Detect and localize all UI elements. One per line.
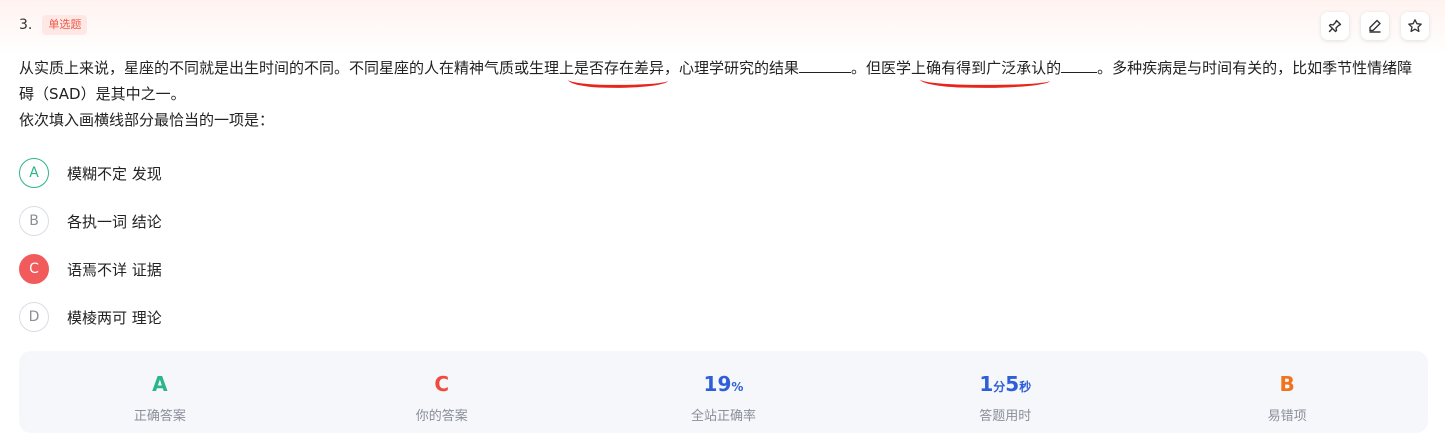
stat-common-wrong: B 易错项 <box>1146 351 1428 433</box>
answer-stats-panel: A 正确答案 C 你的答案 19% 全站正确率 1分5秒 答题用时 B 易错项 <box>19 351 1428 433</box>
time-seconds-unit: 秒 <box>1019 380 1032 394</box>
stem-text: 。但医学上 <box>851 59 927 77</box>
star-icon <box>1408 19 1422 33</box>
accuracy-unit: % <box>731 380 744 394</box>
common-wrong-value: B <box>1279 372 1295 396</box>
correct-answer-label: 正确答案 <box>133 409 186 424</box>
option-letter: B <box>19 206 49 236</box>
option-text: 模糊不定 发现 <box>67 164 162 183</box>
stem-text: 的 <box>1046 59 1062 77</box>
fill-blank-1 <box>799 54 852 73</box>
accuracy-number: 19 <box>703 372 732 396</box>
common-wrong-label: 易错项 <box>1267 409 1307 424</box>
option-letter: A <box>19 158 49 188</box>
time-seconds: 5 <box>1005 372 1020 396</box>
stat-time: 1分5秒 答题用时 <box>864 351 1146 433</box>
time-minutes-unit: 分 <box>993 380 1006 394</box>
option-c[interactable]: C 语焉不详 证据 <box>19 253 162 285</box>
favorite-button[interactable] <box>1401 12 1429 40</box>
correct-answer-value: A <box>152 372 168 396</box>
option-letter: D <box>19 302 49 332</box>
question-stem: 从实质上来说，星座的不同就是出生时间的不同。不同星座的人在精神气质或生理上是否存… <box>19 54 1424 133</box>
stat-accuracy: 19% 全站正确率 <box>583 351 865 433</box>
pin-button[interactable] <box>1321 12 1349 40</box>
option-a[interactable]: A 模糊不定 发现 <box>19 157 162 189</box>
question-header: 3. 单选题 <box>19 12 88 38</box>
stat-your-answer: C 你的答案 <box>301 351 583 433</box>
option-d[interactable]: D 模棱两可 理论 <box>19 301 162 333</box>
annotated-phrase: 是否存在差异 <box>574 55 664 81</box>
accuracy-label: 全站正确率 <box>690 409 756 424</box>
question-type-badge: 单选题 <box>42 15 88 35</box>
pin-icon <box>1328 19 1342 33</box>
stem-text: ，心理学研究的结果 <box>664 59 800 77</box>
edit-icon <box>1369 19 1381 33</box>
stem-paragraph: 从实质上来说，星座的不同就是出生时间的不同。不同星座的人在精神气质或生理上是否存… <box>19 54 1424 107</box>
stem-text: 从实质上来说，星座的不同就是出生时间的不同。不同星座的人在精神气质或生理上 <box>19 59 575 77</box>
option-text: 模棱两可 理论 <box>67 308 162 327</box>
accuracy-value: 19% <box>704 372 744 396</box>
option-b[interactable]: B 各执一词 结论 <box>19 205 162 237</box>
stat-correct-answer: A 正确答案 <box>19 351 301 433</box>
question-toolbar <box>1321 12 1429 40</box>
your-answer-label: 你的答案 <box>415 409 468 424</box>
your-answer-value: C <box>434 372 450 396</box>
options-list: A 模糊不定 发现 B 各执一词 结论 C 语焉不详 证据 D 模棱两可 理论 <box>19 157 162 349</box>
option-text: 语焉不详 证据 <box>67 260 162 279</box>
annotated-phrase: 确有得到广泛承认 <box>926 55 1046 81</box>
stem-instruction: 依次填入画横线部分最恰当的一项是： <box>19 111 275 129</box>
option-text: 各执一词 结论 <box>67 212 162 231</box>
edit-button[interactable] <box>1361 12 1389 40</box>
option-letter: C <box>19 254 49 284</box>
question-number: 3. <box>19 17 33 33</box>
time-value: 1分5秒 <box>979 372 1031 396</box>
time-minutes: 1 <box>979 372 994 396</box>
time-label: 答题用时 <box>979 409 1032 424</box>
fill-blank-2 <box>1061 54 1098 73</box>
